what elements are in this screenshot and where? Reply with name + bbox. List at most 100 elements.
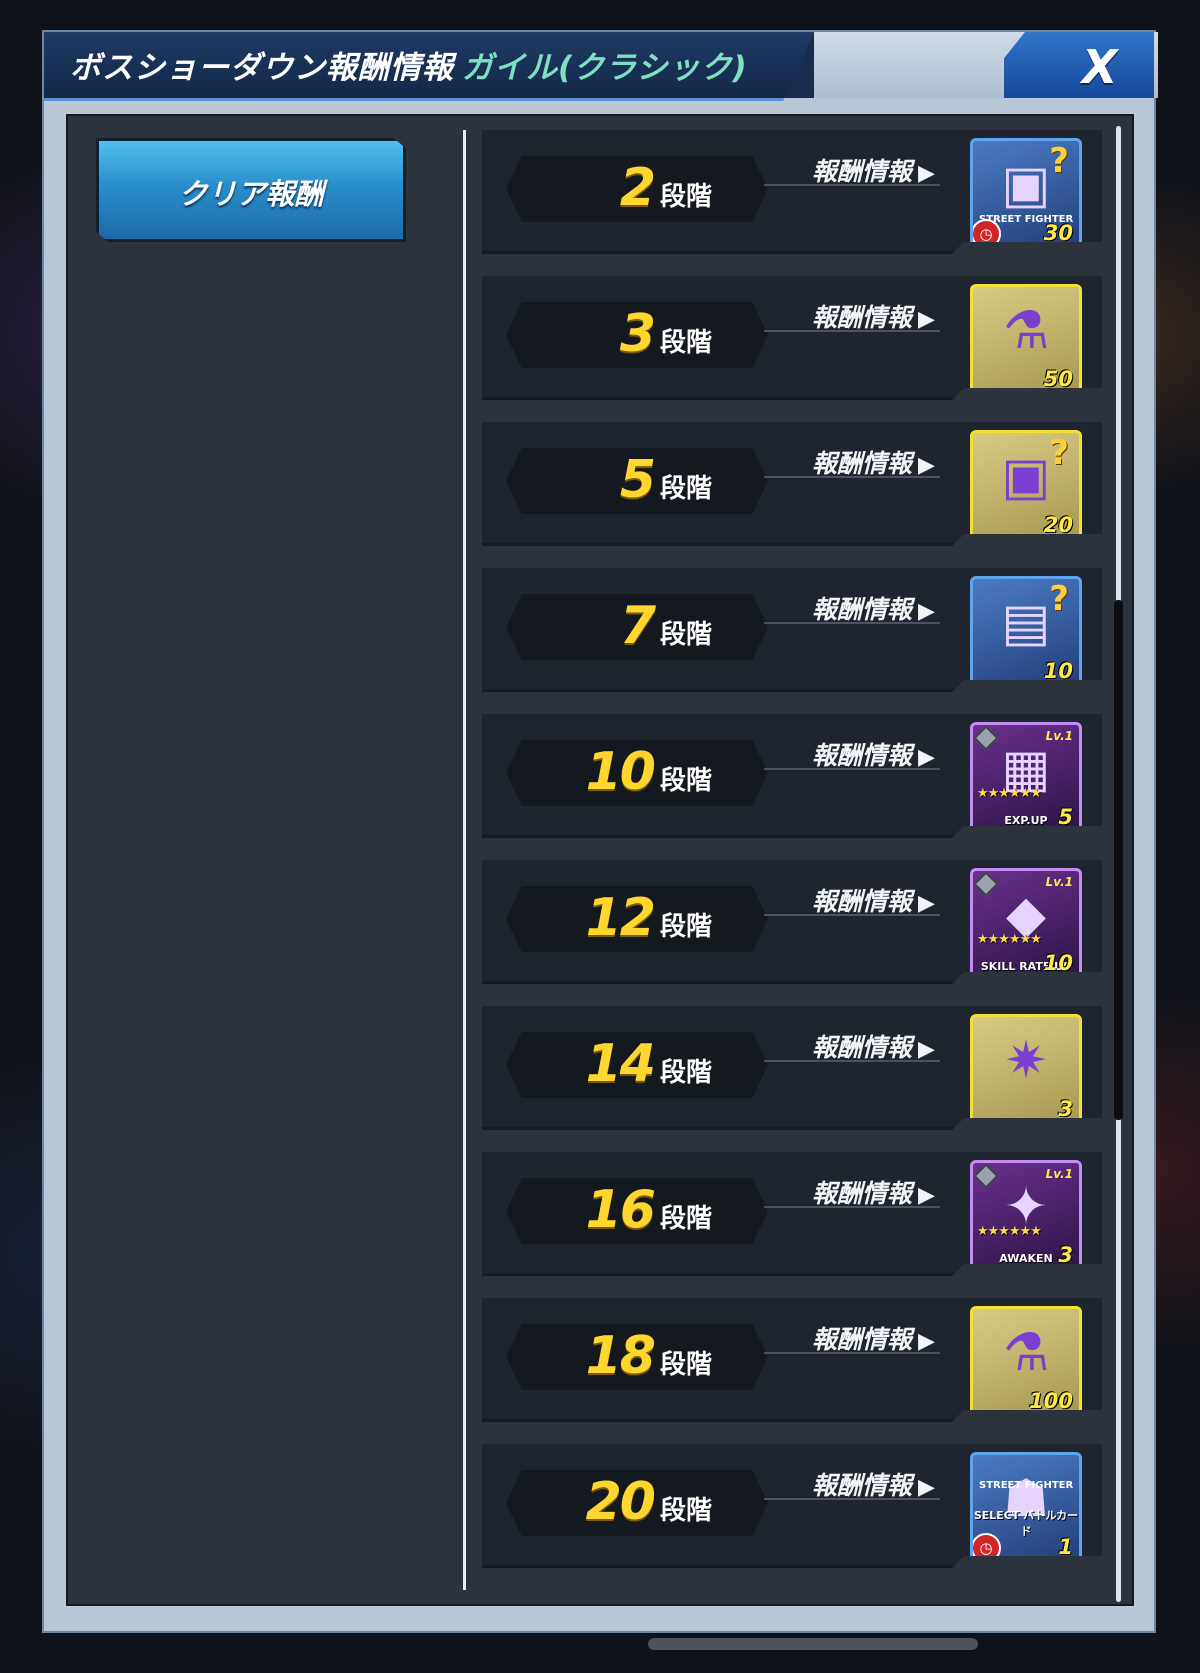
reward-info-label: 報酬情報 xyxy=(812,1033,913,1062)
clock-icon: ◷ xyxy=(973,219,1001,247)
stage-label: 14 段階 xyxy=(506,1032,768,1098)
item-quantity: 50 xyxy=(1043,367,1073,391)
reward-info-label: 報酬情報 xyxy=(812,595,913,624)
reward-item[interactable]: ◆ Lv.1 ★★★★★★ SKILL RATE UP 10 xyxy=(970,868,1082,980)
star-emblem-icon: ✷ xyxy=(1004,1031,1048,1091)
reward-info-label: 報酬情報 xyxy=(812,1325,913,1354)
reward-info-link[interactable]: 報酬情報 ▶ xyxy=(812,298,935,334)
stage-label: 3 段階 xyxy=(506,302,768,368)
stage-number: 10 xyxy=(585,742,656,802)
reward-info-label: 報酬情報 xyxy=(812,157,913,186)
reward-row: 2 段階 報酬情報 ▶ ▣? STREET FIGHTER 30 ◷ xyxy=(482,130,1102,254)
reward-row: 5 段階 報酬情報 ▶ ▣? 20 xyxy=(482,422,1102,546)
stage-number: 18 xyxy=(585,1326,656,1386)
stage-number: 12 xyxy=(585,888,656,948)
stage-unit: 段階 xyxy=(660,182,713,212)
reward-row: 14 段階 報酬情報 ▶ ✷ 3 xyxy=(482,1006,1102,1130)
stage-unit: 段階 xyxy=(660,620,713,650)
scrollbar-thumb[interactable] xyxy=(1114,600,1123,1120)
tab-label: クリア報酬 xyxy=(178,177,324,211)
reward-item[interactable]: ▣? STREET FIGHTER 30 ◷ xyxy=(970,138,1082,250)
item-quantity: 5 xyxy=(1058,805,1073,829)
reward-row: 18 段階 報酬情報 ▶ ⚗ 100 xyxy=(482,1298,1102,1422)
star-rating: ★★★★★★ xyxy=(977,786,1042,801)
stage-label: 16 段階 xyxy=(506,1178,768,1244)
reward-info-link[interactable]: 報酬情報 ▶ xyxy=(812,882,935,918)
reward-info-label: 報酬情報 xyxy=(812,303,913,332)
reward-info-link[interactable]: 報酬情報 ▶ xyxy=(812,1028,935,1064)
reward-info-link[interactable]: 報酬情報 ▶ xyxy=(812,1320,935,1356)
clock-icon: ◷ xyxy=(973,1533,1001,1561)
stage-unit: 段階 xyxy=(660,1350,713,1380)
close-button[interactable]: X xyxy=(1004,32,1154,98)
reward-item[interactable]: ▣? 20 xyxy=(970,430,1082,542)
reward-item[interactable]: ⚗ 50 xyxy=(970,284,1082,396)
home-indicator[interactable] xyxy=(648,1638,978,1650)
level-badge: Lv.1 xyxy=(1045,729,1073,743)
item-quantity: 10 xyxy=(1043,951,1073,975)
question-mark-icon: ? xyxy=(1049,141,1069,181)
play-arrow-icon: ▶ xyxy=(918,1475,935,1500)
dialog-title: ボスショーダウン報酬情報 ガイル(クラシック) xyxy=(70,42,748,87)
stage-label: 20 段階 xyxy=(506,1470,768,1536)
stage-label: 7 段階 xyxy=(506,594,768,660)
reward-item[interactable]: ☗ STREET FIGHTER SELECT バトルカード 1 ◷ xyxy=(970,1452,1082,1564)
stage-unit: 段階 xyxy=(660,766,713,796)
play-arrow-icon: ▶ xyxy=(918,1329,935,1354)
stage-label: 2 段階 xyxy=(506,156,768,222)
stage-number: 7 xyxy=(619,596,656,656)
reward-info-link[interactable]: 報酬情報 ▶ xyxy=(812,736,935,772)
reward-item[interactable]: ▤? 10 xyxy=(970,576,1082,688)
question-mark-icon: ? xyxy=(1049,579,1069,619)
reward-item[interactable]: ▦ Lv.1 ★★★★★★ EXP.UP 5 xyxy=(970,722,1082,834)
potion-icon: ⚗ xyxy=(1002,1323,1050,1383)
reward-info-link[interactable]: 報酬情報 ▶ xyxy=(812,1174,935,1210)
play-arrow-icon: ▶ xyxy=(918,161,935,186)
reward-row: 3 段階 報酬情報 ▶ ⚗ 50 xyxy=(482,276,1102,400)
item-quantity: 10 xyxy=(1043,659,1073,683)
reward-info-label: 報酬情報 xyxy=(812,741,913,770)
item-quantity: 20 xyxy=(1043,513,1073,537)
dialog-title-main: ボスショーダウン報酬情報 xyxy=(70,50,454,86)
reward-info-label: 報酬情報 xyxy=(812,1179,913,1208)
reward-row: 7 段階 報酬情報 ▶ ▤? 10 xyxy=(482,568,1102,692)
reward-row: 12 段階 報酬情報 ▶ ◆ Lv.1 ★★★★★★ SKILL RATE UP 10 xyxy=(482,860,1102,984)
reward-row: 16 段階 報酬情報 ▶ ✦ Lv.1 ★★★★★★ AWAKEN 3 xyxy=(482,1152,1102,1276)
item-quantity: 3 xyxy=(1058,1097,1073,1121)
reward-info-link[interactable]: 報酬情報 ▶ xyxy=(812,444,935,480)
star-rating: ★★★★★★ xyxy=(977,932,1042,947)
stage-unit: 段階 xyxy=(660,1204,713,1234)
reward-info-link[interactable]: 報酬情報 ▶ xyxy=(812,152,935,188)
play-arrow-icon: ▶ xyxy=(918,745,935,770)
stage-unit: 段階 xyxy=(660,912,713,942)
play-arrow-icon: ▶ xyxy=(918,1183,935,1208)
stage-number: 14 xyxy=(585,1034,656,1094)
reward-item[interactable]: ✷ 3 xyxy=(970,1014,1082,1126)
reward-row: 10 段階 報酬情報 ▶ ▦ Lv.1 ★★★★★★ EXP.UP 5 xyxy=(482,714,1102,838)
reward-item[interactable]: ✦ Lv.1 ★★★★★★ AWAKEN 3 xyxy=(970,1160,1082,1272)
level-badge: Lv.1 xyxy=(1045,875,1073,889)
stage-label: 10 段階 xyxy=(506,740,768,806)
reward-info-label: 報酬情報 xyxy=(812,449,913,478)
dialog-title-character: ガイル(クラシック) xyxy=(462,50,748,86)
reward-info-link[interactable]: 報酬情報 ▶ xyxy=(812,1466,935,1502)
play-arrow-icon: ▶ xyxy=(918,307,935,332)
stage-number: 20 xyxy=(585,1472,656,1532)
stage-unit: 段階 xyxy=(660,1496,713,1526)
close-icon: X xyxy=(1082,40,1118,94)
play-arrow-icon: ▶ xyxy=(918,453,935,478)
reward-info-link[interactable]: 報酬情報 ▶ xyxy=(812,590,935,626)
title-bar: ボスショーダウン報酬情報 ガイル(クラシック) X xyxy=(44,32,1158,101)
tab-clear-rewards[interactable]: クリア報酬 xyxy=(96,138,406,242)
content-panel: クリア報酬 2 段階 報酬情報 ▶ ▣? STREET FIGHTER 30 ◷ 3 段階 報酬情報… xyxy=(66,114,1134,1606)
brand-text: STREET FIGHTER xyxy=(979,1480,1074,1491)
stage-unit: 段階 xyxy=(660,1058,713,1088)
item-quantity: 3 xyxy=(1058,1243,1073,1267)
item-quantity: 30 xyxy=(1043,221,1073,245)
play-arrow-icon: ▶ xyxy=(918,891,935,916)
stage-label: 18 段階 xyxy=(506,1324,768,1390)
reward-item[interactable]: ⚗ 100 xyxy=(970,1306,1082,1418)
stage-number: 16 xyxy=(585,1180,656,1240)
play-arrow-icon: ▶ xyxy=(918,599,935,624)
level-badge: Lv.1 xyxy=(1045,1167,1073,1181)
